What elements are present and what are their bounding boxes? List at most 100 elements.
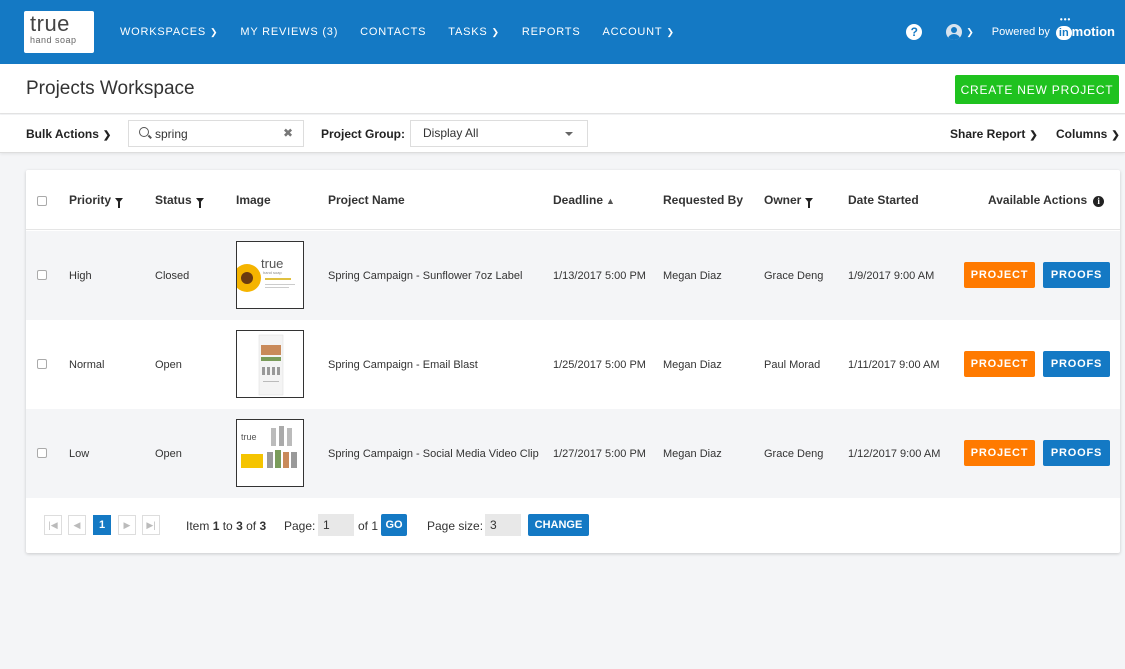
filter-icon[interactable] — [195, 198, 204, 208]
col-date-started[interactable]: Date Started — [848, 193, 919, 207]
page-number-input[interactable] — [318, 514, 354, 536]
page-label: Page: — [284, 519, 316, 533]
project-thumbnail[interactable]: true — [236, 419, 304, 487]
toolbar: Bulk Actions❯ ✖ Project Group: Display A… — [0, 115, 1125, 153]
nav-item-account[interactable]: ACCOUNT ❯ — [602, 26, 674, 38]
filter-icon[interactable] — [805, 198, 814, 208]
cell-requested-by: Megan Diaz — [663, 448, 722, 460]
share-report-menu[interactable]: Share Report ❯ — [950, 127, 1038, 141]
select-all-checkbox[interactable] — [37, 196, 47, 206]
cell-requested-by: Megan Diaz — [663, 359, 722, 371]
col-available-actions: Available Actions i — [988, 193, 1105, 207]
prev-page-icon[interactable]: ◀ — [68, 515, 86, 535]
powered-by-label: Powered by — [991, 26, 1050, 38]
row-checkbox[interactable] — [37, 448, 47, 458]
first-page-icon[interactable]: |◀ — [44, 515, 62, 535]
cell-deadline: 1/27/2017 5:00 PM — [553, 448, 646, 460]
info-icon[interactable]: i — [1093, 196, 1105, 207]
table-row[interactable]: Normal Open Spring Campaign - Email Blas… — [26, 320, 1120, 409]
col-status[interactable]: Status — [155, 193, 204, 208]
logo-dots-icon: ••• — [1059, 15, 1072, 24]
thumb-brand-text: true — [261, 256, 283, 271]
project-thumbnail[interactable] — [236, 330, 304, 398]
nav-item-reports[interactable]: REPORTS — [522, 26, 581, 38]
col-project-name[interactable]: Project Name — [328, 193, 405, 207]
search-box[interactable]: ✖ — [128, 120, 304, 147]
email-blast-image — [237, 331, 303, 397]
project-group-select[interactable]: Display All — [410, 120, 588, 147]
page-title: Projects Workspace — [26, 78, 195, 99]
bulk-actions-menu[interactable]: Bulk Actions ❯ — [26, 127, 111, 141]
nav-item-workspaces[interactable]: WORKSPACES ❯ — [120, 26, 218, 38]
nav-right: ? ❯ Powered by ••• in motion — [906, 0, 1115, 64]
cell-date-started: 1/12/2017 9:00 AM — [848, 448, 941, 460]
proofs-button[interactable]: PROOFS — [1043, 262, 1110, 288]
social-media-video-image: true — [237, 420, 303, 486]
proofs-button[interactable]: PROOFS — [1043, 351, 1110, 377]
cell-date-started: 1/11/2017 9:00 AM — [848, 359, 940, 371]
page-size-input[interactable] — [485, 514, 521, 536]
cell-status: Closed — [155, 270, 190, 282]
sort-icon: ▲ — [606, 196, 615, 206]
project-button[interactable]: PROJECT — [964, 440, 1035, 466]
col-priority[interactable]: Priority — [69, 193, 124, 208]
cell-project-name[interactable]: Spring Campaign - Sunflower 7oz Label — [328, 270, 522, 282]
projects-table: Priority Status Image Project Name Deadl… — [26, 170, 1120, 553]
cell-project-name[interactable]: Spring Campaign - Social Media Video Cli… — [328, 448, 539, 460]
cell-status: Open — [155, 448, 182, 460]
col-deadline[interactable]: Deadline ▲ — [553, 193, 615, 207]
next-page-icon[interactable]: ▶ — [118, 515, 136, 535]
logo-main: true — [30, 11, 70, 36]
cell-project-name[interactable]: Spring Campaign - Email Blast — [328, 359, 478, 371]
cell-owner: Paul Morad — [764, 359, 821, 371]
project-button[interactable]: PROJECT — [964, 351, 1035, 377]
chevron-down-icon: ❯ — [1111, 130, 1120, 141]
sunflower-label-image: true hand soap — [237, 242, 303, 308]
filter-icon[interactable] — [115, 198, 124, 208]
chevron-down-icon: ❯ — [491, 27, 500, 37]
cell-priority: Low — [69, 448, 90, 460]
nav-item-my-reviews[interactable]: MY REVIEWS (3) — [240, 26, 338, 38]
chevron-down-icon: ❯ — [102, 130, 112, 141]
nav-item-tasks[interactable]: TASKS ❯ — [448, 26, 500, 38]
cell-priority: High — [69, 270, 92, 282]
clear-search-icon[interactable]: ✖ — [283, 126, 293, 140]
proofs-button[interactable]: PROOFS — [1043, 440, 1110, 466]
row-checkbox[interactable] — [37, 359, 47, 369]
project-button[interactable]: PROJECT — [964, 262, 1035, 288]
cell-status: Open — [155, 359, 182, 371]
help-icon[interactable]: ? — [906, 24, 923, 40]
chevron-down-icon: ❯ — [210, 27, 219, 37]
thumb-sub-text: hand soap — [263, 270, 282, 275]
logo-sub: hand soap — [30, 35, 77, 45]
cell-deadline: 1/25/2017 5:00 PM — [553, 359, 646, 371]
chevron-down-icon: ❯ — [666, 27, 675, 37]
table-row[interactable]: Low Open true Spring Campaign - Social M… — [26, 409, 1120, 498]
create-new-project-button[interactable]: CREATE NEW PROJECT — [955, 75, 1119, 104]
col-requested-by[interactable]: Requested By — [663, 193, 743, 207]
last-page-icon[interactable]: ▶| — [142, 515, 160, 535]
table-row[interactable]: High Closed true hand soap Spring Campai… — [26, 231, 1120, 320]
caret-down-icon — [565, 132, 573, 136]
chevron-down-icon[interactable]: ❯ — [966, 27, 974, 38]
page-1-button[interactable]: 1 — [93, 515, 111, 535]
page-size-label: Page size: — [427, 519, 484, 533]
nav-menu: WORKSPACES ❯ MY REVIEWS (3) CONTACTS TASK… — [120, 0, 697, 64]
cell-owner: Grace Deng — [764, 270, 824, 282]
of-pages-text: of 1 — [358, 519, 379, 533]
cell-priority: Normal — [69, 359, 105, 371]
columns-menu[interactable]: Columns ❯ — [1056, 127, 1120, 141]
brand-logo[interactable]: true hand soap — [24, 11, 94, 53]
col-image: Image — [236, 193, 271, 207]
user-avatar-icon[interactable] — [946, 24, 963, 40]
cell-requested-by: Megan Diaz — [663, 270, 722, 282]
search-input[interactable] — [155, 125, 275, 143]
change-button[interactable]: CHANGE — [528, 514, 589, 536]
project-thumbnail[interactable]: true hand soap — [236, 241, 304, 309]
row-checkbox[interactable] — [37, 270, 47, 280]
nav-item-contacts[interactable]: CONTACTS — [360, 26, 426, 38]
search-icon — [139, 127, 149, 137]
col-owner[interactable]: Owner — [764, 193, 814, 208]
inmotion-logo: ••• in motion — [1055, 15, 1115, 40]
go-button[interactable]: GO — [381, 514, 407, 536]
